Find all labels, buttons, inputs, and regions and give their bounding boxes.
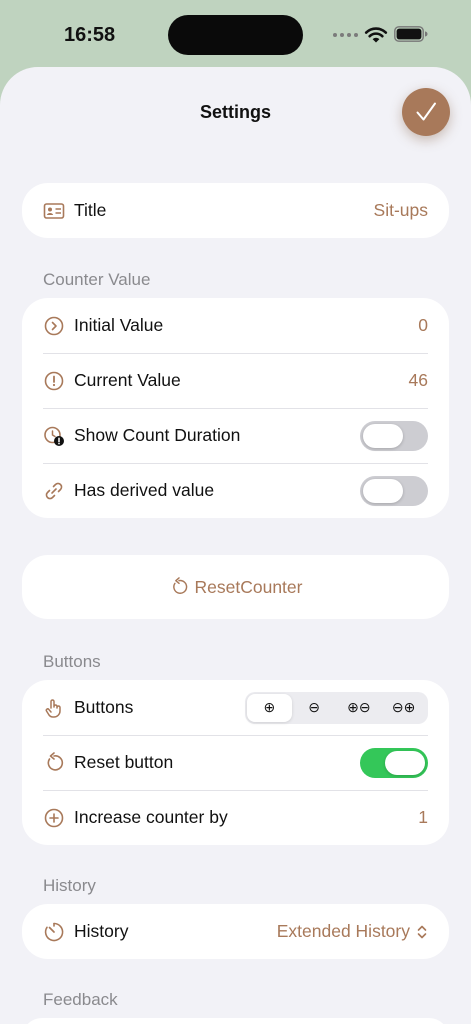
hand-tap-icon bbox=[43, 697, 65, 719]
status-bar: 16:58 bbox=[0, 0, 471, 66]
buttons-segmented-control: ⊕ ⊖ ⊕⊖ ⊖⊕ bbox=[245, 691, 428, 724]
chevron-up-down-icon bbox=[417, 925, 427, 938]
dynamic-island bbox=[168, 15, 303, 55]
reset-button-toggle[interactable] bbox=[360, 747, 428, 778]
segment-minus-plus[interactable]: ⊖⊕ bbox=[381, 694, 426, 722]
link-icon bbox=[43, 480, 65, 502]
reset-counter-label: ResetCounter bbox=[194, 576, 303, 597]
signal-dots-icon bbox=[333, 33, 358, 37]
increase-counter-row[interactable]: Increase counter by 1 bbox=[22, 790, 449, 845]
reset-button-row: Reset button bbox=[22, 735, 449, 790]
reset-counter-button[interactable]: ResetCounter bbox=[169, 576, 303, 598]
current-value-row[interactable]: Current Value 46 bbox=[22, 353, 449, 408]
battery-icon bbox=[394, 26, 428, 42]
exclamation-circle-icon bbox=[43, 370, 65, 392]
chevron-circle-icon bbox=[43, 315, 65, 337]
derived-value-label: Has derived value bbox=[74, 480, 215, 500]
page-title: Settings bbox=[199, 102, 271, 122]
buttons-label: Buttons bbox=[74, 697, 134, 717]
title-row[interactable]: Title Sit-ups bbox=[22, 183, 449, 238]
reset-counter-card[interactable]: ResetCounter bbox=[22, 555, 449, 619]
derived-value-toggle[interactable] bbox=[360, 475, 428, 506]
buttons-row: Buttons ⊕ ⊖ ⊕⊖ ⊖⊕ bbox=[22, 680, 449, 735]
title-value: Sit-ups bbox=[373, 200, 428, 220]
show-duration-label: Show Count Duration bbox=[74, 425, 241, 445]
title-card: Title Sit-ups bbox=[22, 183, 449, 238]
history-card: History Extended History bbox=[22, 904, 449, 959]
current-value-label: Current Value bbox=[74, 370, 181, 390]
section-header-history: History bbox=[43, 876, 96, 895]
buttons-card: Buttons ⊕ ⊖ ⊕⊖ ⊖⊕ Reset button Increase … bbox=[22, 680, 449, 845]
segment-minus[interactable]: ⊖ bbox=[292, 694, 337, 722]
increase-counter-label: Increase counter by bbox=[74, 807, 228, 827]
history-row[interactable]: History Extended History bbox=[22, 904, 449, 959]
reset-button-label: Reset button bbox=[74, 752, 174, 772]
plus-circle-icon bbox=[43, 807, 65, 829]
current-value-value: 46 bbox=[408, 370, 428, 390]
section-header-counter-value: Counter Value bbox=[43, 270, 151, 289]
section-header-feedback: Feedback bbox=[43, 990, 118, 1009]
derived-value-row: Has derived value bbox=[22, 463, 449, 518]
initial-value-label: Initial Value bbox=[74, 315, 164, 335]
id-card-icon bbox=[43, 200, 65, 222]
done-button[interactable] bbox=[402, 88, 450, 136]
clock-alert-icon bbox=[43, 425, 65, 447]
wifi-icon bbox=[364, 27, 388, 43]
initial-value-row[interactable]: Initial Value 0 bbox=[22, 298, 449, 353]
segment-plus-minus[interactable]: ⊕⊖ bbox=[337, 694, 382, 722]
reset-arrow-icon bbox=[172, 577, 187, 594]
show-duration-row: Show Count Duration bbox=[22, 408, 449, 463]
history-label: History bbox=[74, 921, 129, 941]
segment-plus[interactable]: ⊕ bbox=[247, 693, 292, 722]
title-label: Title bbox=[74, 200, 107, 220]
initial-value-value: 0 bbox=[418, 315, 428, 335]
history-picker-value[interactable]: Extended History bbox=[277, 921, 410, 942]
section-header-buttons: Buttons bbox=[43, 652, 101, 671]
timer-icon bbox=[43, 921, 65, 943]
increase-counter-value: 1 bbox=[418, 807, 428, 827]
reset-arrow-icon bbox=[43, 751, 65, 774]
status-time: 16:58 bbox=[64, 24, 116, 46]
checkmark-icon bbox=[416, 102, 436, 121]
show-duration-toggle[interactable] bbox=[360, 420, 428, 451]
counter-value-card: Initial Value 0 Current Value 46 Show Co… bbox=[22, 298, 449, 518]
settings-sheet: Settings Title Sit-ups Counter Value Ini… bbox=[0, 67, 471, 1024]
feedback-card bbox=[22, 1018, 449, 1024]
